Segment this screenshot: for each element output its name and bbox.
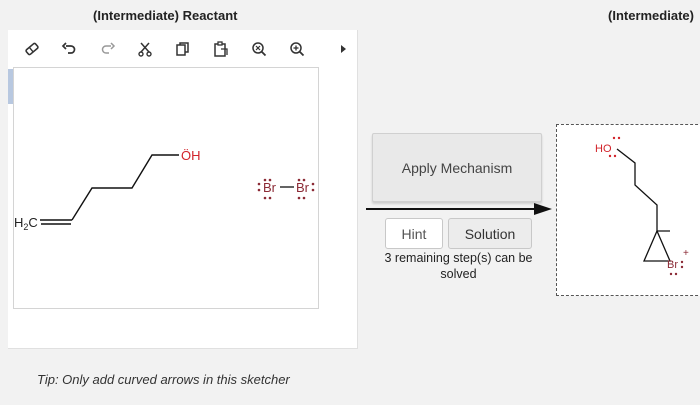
- cut-icon[interactable]: [135, 39, 155, 59]
- hydroxyl-label: ÖH: [181, 148, 201, 163]
- more-arrow-icon[interactable]: [334, 39, 354, 59]
- bromine-right-label: Br: [296, 180, 310, 195]
- zoom-in-icon[interactable]: [287, 39, 307, 59]
- positive-charge-label: +: [683, 248, 689, 259]
- bromonium-ring: [643, 229, 671, 262]
- remaining-steps-text: 3 remaining step(s) can be solved: [384, 251, 533, 281]
- solution-button[interactable]: Solution: [448, 218, 532, 249]
- carbon-chain: [71, 154, 179, 221]
- sketcher-toolbar: [8, 30, 357, 66]
- reactant-structure: H2C ÖH Br Br: [14, 148, 315, 232]
- redo-icon[interactable]: [98, 39, 118, 59]
- product-bromine-label: Br: [667, 259, 678, 271]
- product-structure: HO Br +: [595, 136, 689, 276]
- bromine-left-label: Br: [263, 180, 277, 195]
- apply-mechanism-button[interactable]: Apply Mechanism: [372, 133, 542, 202]
- product-panel: HO Br +: [556, 124, 700, 296]
- undo-icon[interactable]: [59, 39, 79, 59]
- eraser-icon[interactable]: [22, 39, 42, 59]
- paste-icon[interactable]: [211, 39, 231, 59]
- zoom-out-icon[interactable]: [249, 39, 269, 59]
- reactant-title: (Intermediate) Reactant: [93, 8, 238, 23]
- product-chain: [616, 148, 670, 232]
- reactant-sketcher[interactable]: H2C ÖH Br Br: [8, 30, 358, 349]
- hint-button[interactable]: Hint: [385, 218, 443, 249]
- product-title: (Intermediate): [608, 8, 694, 23]
- copy-icon[interactable]: [173, 39, 193, 59]
- reaction-arrow: [366, 203, 552, 215]
- drawing-canvas[interactable]: H2C ÖH Br Br: [13, 67, 319, 309]
- tip-text: Tip: Only add curved arrows in this sket…: [37, 372, 290, 387]
- product-hydroxyl-label: HO: [595, 143, 612, 155]
- h2c-label: H2C: [14, 215, 38, 232]
